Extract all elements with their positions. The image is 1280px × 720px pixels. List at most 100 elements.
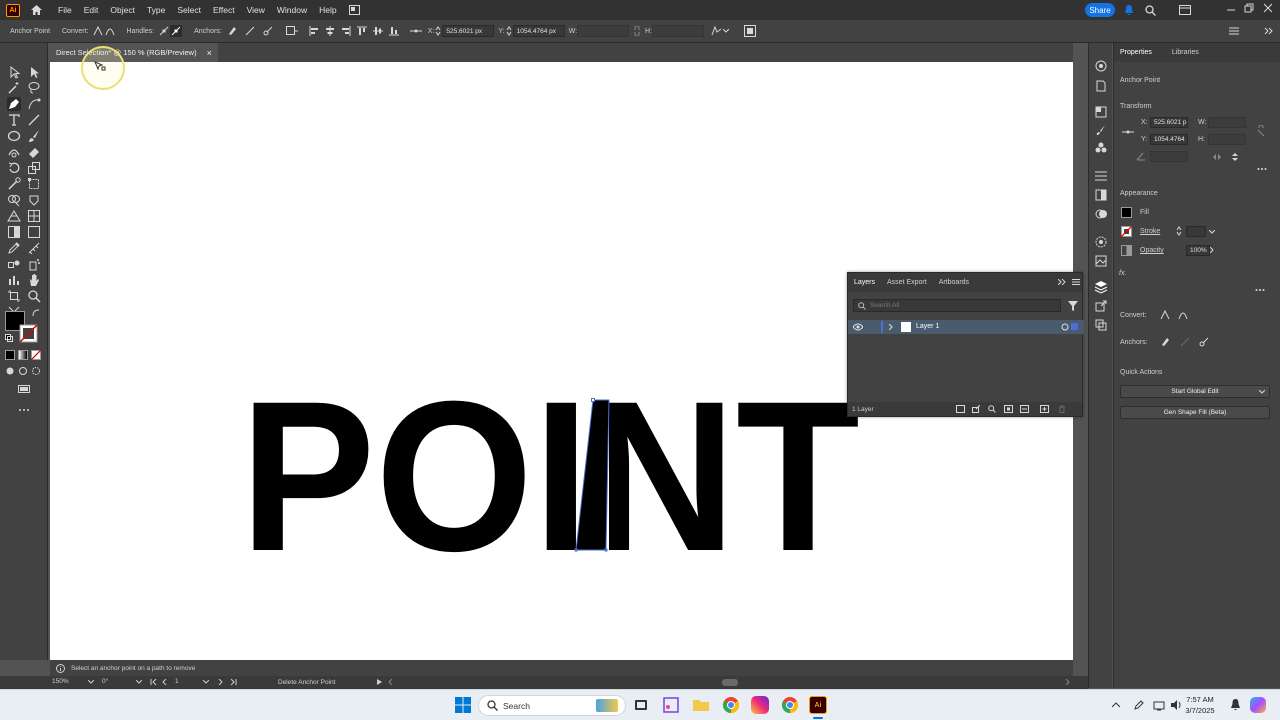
constrain-proportions-icon[interactable]: [631, 25, 643, 37]
connect-path-icon[interactable]: [244, 25, 256, 37]
constrain-icon[interactable]: [1256, 125, 1266, 137]
filter-icon[interactable]: [1068, 301, 1078, 311]
cut-path-icon[interactable]: [1199, 337, 1209, 347]
hand-tool-icon[interactable]: [27, 273, 41, 287]
more-options-icon[interactable]: [1255, 288, 1265, 292]
tab-libraries[interactable]: Libraries: [1166, 49, 1205, 56]
menu-type[interactable]: Type: [141, 5, 171, 15]
task-view-icon[interactable]: [632, 696, 650, 714]
restore-icon[interactable]: [1243, 2, 1255, 14]
draw-behind-icon[interactable]: [18, 366, 28, 376]
align-to-icon[interactable]: [285, 25, 298, 37]
align-top-icon[interactable]: [356, 25, 368, 37]
convert-smooth-icon[interactable]: [104, 25, 116, 37]
stroke-weight-field[interactable]: [1186, 226, 1206, 237]
remove-anchor-icon[interactable]: [1160, 337, 1170, 347]
chevron-up-icon[interactable]: [1112, 702, 1120, 708]
menu-file[interactable]: File: [52, 5, 78, 15]
type-tool-icon[interactable]: [7, 113, 21, 127]
rotate-angle-icon[interactable]: [1136, 151, 1146, 161]
menu-view[interactable]: View: [241, 5, 271, 15]
point-text[interactable]: POINT: [240, 395, 860, 596]
windows-start-icon[interactable]: [455, 697, 471, 713]
stroke-swatch[interactable]: [1121, 226, 1132, 237]
align-center-icon[interactable]: [324, 25, 336, 37]
selection-tool-icon[interactable]: [7, 65, 21, 79]
cut-path-icon[interactable]: [262, 25, 274, 37]
menu-object[interactable]: Object: [104, 5, 141, 15]
search-highlight-icon[interactable]: [596, 699, 618, 712]
delete-icon[interactable]: [1058, 405, 1066, 413]
copilot-icon[interactable]: [1250, 697, 1266, 713]
taskbar-clock[interactable]: 7:57 AM 3/7/2025: [1175, 694, 1225, 716]
lasso-tool-icon[interactable]: [27, 81, 41, 95]
paintbrush-tool-icon[interactable]: [27, 129, 41, 143]
eyedropper-tool-icon[interactable]: [7, 241, 21, 255]
anchor-point-handle[interactable]: [604, 548, 608, 552]
image-trace-icon[interactable]: [1094, 254, 1108, 268]
selection-indicator-icon[interactable]: [1071, 323, 1078, 330]
shape-builder-tool-icon[interactable]: [7, 193, 21, 207]
screen-mode-icon[interactable]: [17, 382, 31, 396]
minimize-icon[interactable]: [1225, 4, 1237, 16]
fill-swatch[interactable]: [1121, 207, 1132, 218]
eraser-tool-icon[interactable]: [27, 145, 41, 159]
artboard-number-field[interactable]: 1: [175, 678, 203, 687]
scroll-left-icon[interactable]: [388, 679, 393, 685]
notifications-icon[interactable]: [1123, 4, 1135, 16]
zoom-field[interactable]: 150%: [52, 678, 92, 687]
flip-vertical-icon[interactable]: [1230, 152, 1240, 162]
x-field[interactable]: 525.6021 p: [1150, 117, 1188, 128]
artwork[interactable]: POINT: [240, 395, 870, 625]
stroke-swatch-icon[interactable]: [19, 324, 38, 343]
x-stepper-icon[interactable]: [434, 25, 442, 37]
scroll-right-icon[interactable]: [1065, 679, 1070, 685]
tab-asset-export[interactable]: Asset Export: [881, 279, 933, 286]
target-icon[interactable]: [1061, 323, 1069, 331]
color-guide-icon[interactable]: [1094, 235, 1108, 249]
menu-select[interactable]: Select: [171, 5, 207, 15]
reference-point-icon[interactable]: [1122, 128, 1134, 136]
warp-tool-icon[interactable]: [7, 177, 21, 191]
wifi-icon[interactable]: [1153, 699, 1165, 711]
convert-corner-icon[interactable]: [92, 25, 104, 37]
horizontal-scrollbar-thumb[interactable]: [722, 679, 738, 686]
layers-panel-icon[interactable]: [1094, 280, 1108, 294]
rotate-tool-icon[interactable]: [7, 161, 21, 175]
transform-options-icon[interactable]: [710, 25, 722, 37]
layers-search-input[interactable]: Search All: [853, 299, 1061, 312]
instagram-icon[interactable]: [751, 696, 769, 714]
zoom-tool-icon[interactable]: [27, 289, 41, 303]
first-artboard-icon[interactable]: [150, 679, 157, 685]
y-stepper-icon[interactable]: [505, 25, 513, 37]
new-sublayer-icon[interactable]: [1020, 405, 1029, 413]
flip-horizontal-icon[interactable]: [1212, 152, 1222, 162]
measure-tool-icon[interactable]: [27, 241, 41, 255]
workspace-switcher-icon[interactable]: [1179, 4, 1191, 16]
align-middle-icon[interactable]: [372, 25, 384, 37]
mesh-tool-icon[interactable]: [27, 209, 41, 223]
scale-tool-icon[interactable]: [27, 161, 41, 175]
draw-inside-icon[interactable]: [31, 366, 41, 376]
gradient-bar-icon[interactable]: [27, 225, 41, 239]
artboards-panel-icon[interactable]: [1094, 318, 1108, 332]
gradient-mode-icon[interactable]: [18, 350, 28, 360]
chevron-down-icon[interactable]: [1259, 390, 1265, 394]
color-mode-icon[interactable]: [5, 350, 15, 360]
chrome-profile-icon[interactable]: [781, 696, 799, 714]
symbols-icon[interactable]: [1094, 141, 1108, 155]
hide-handles-icon[interactable]: [170, 25, 183, 37]
convert-smooth-icon[interactable]: [1178, 310, 1188, 320]
swatches-icon[interactable]: [1094, 105, 1108, 119]
panel-menu-icon[interactable]: [1072, 279, 1080, 285]
gradient-tool-icon[interactable]: [7, 225, 21, 239]
previous-artboard-icon[interactable]: [162, 679, 167, 685]
opacity-field[interactable]: 100%: [1186, 245, 1210, 256]
more-options-icon[interactable]: [1257, 167, 1267, 171]
rotation-field[interactable]: 0°: [102, 678, 132, 687]
x-field[interactable]: 525.6021 px: [442, 25, 495, 37]
chevron-down-icon[interactable]: [88, 680, 94, 684]
transparency-icon[interactable]: [1094, 188, 1108, 202]
draw-mode-icon[interactable]: [5, 366, 15, 376]
chevron-down-icon[interactable]: [1209, 230, 1215, 234]
